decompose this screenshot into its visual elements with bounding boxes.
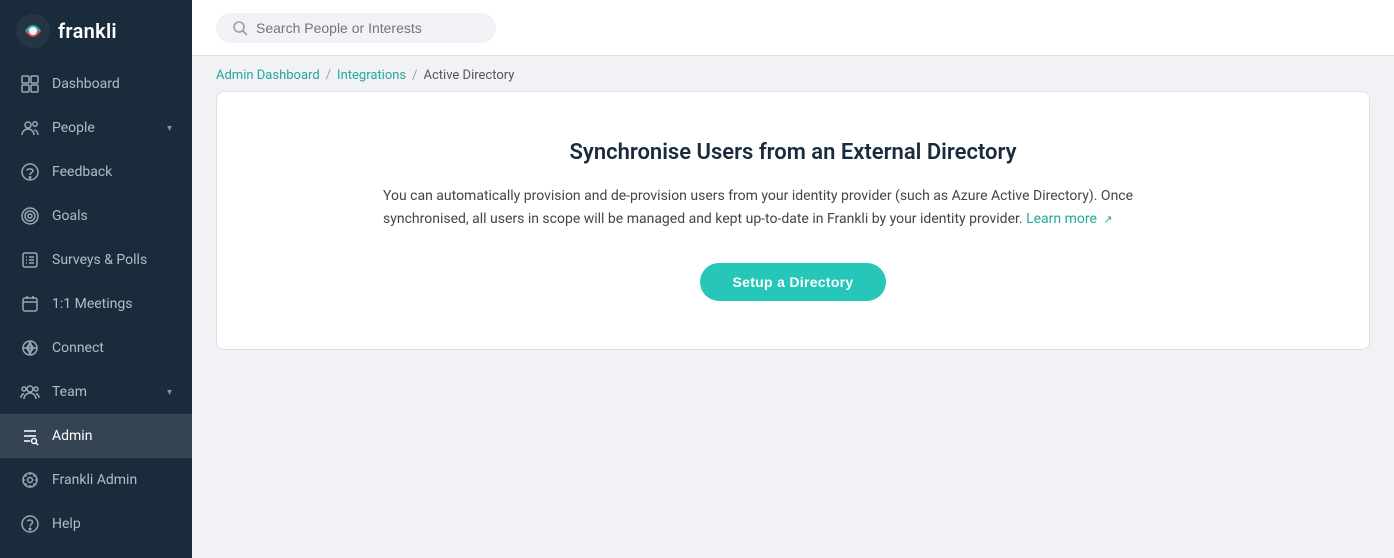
breadcrumb-active-directory: Active Directory	[424, 68, 515, 83]
feedback-icon	[20, 162, 40, 182]
sidebar-feedback-label: Feedback	[52, 164, 172, 180]
sidebar-dashboard-label: Dashboard	[52, 76, 172, 92]
sidebar-item-connect[interactable]: Connect	[0, 326, 192, 370]
search-input[interactable]	[256, 20, 480, 36]
sidebar-item-people[interactable]: People ▾	[0, 106, 192, 150]
team-icon	[20, 382, 40, 402]
topbar	[192, 0, 1394, 56]
sidebar-help-label: Help	[52, 516, 172, 532]
logo[interactable]: frankli	[0, 0, 192, 62]
sidebar-item-team[interactable]: Team ▾	[0, 370, 192, 414]
main-content: Admin Dashboard / Integrations / Active …	[192, 0, 1394, 558]
frankli-logo-icon	[16, 14, 50, 48]
sidebar-team-label: Team	[52, 384, 155, 400]
admin-icon	[20, 426, 40, 446]
external-link-icon: ↗	[1103, 213, 1112, 226]
sidebar-connect-label: Connect	[52, 340, 172, 356]
breadcrumb-integrations[interactable]: Integrations	[337, 68, 406, 83]
learn-more-link[interactable]: Learn more	[1026, 211, 1097, 227]
connect-icon	[20, 338, 40, 358]
card-description: You can automatically provision and de-p…	[383, 185, 1203, 231]
search-box[interactable]	[216, 13, 496, 43]
search-icon	[232, 20, 248, 36]
breadcrumb: Admin Dashboard / Integrations / Active …	[192, 56, 1394, 91]
surveys-icon	[20, 250, 40, 270]
dashboard-icon	[20, 74, 40, 94]
sidebar-item-feedback[interactable]: Feedback	[0, 150, 192, 194]
breadcrumb-admin-dashboard[interactable]: Admin Dashboard	[216, 68, 320, 83]
sidebar-item-dashboard[interactable]: Dashboard	[0, 62, 192, 106]
sync-card: Synchronise Users from an External Direc…	[216, 91, 1370, 350]
help-icon	[20, 514, 40, 534]
card-desc-text: You can automatically provision and de-p…	[383, 188, 1133, 227]
sidebar-item-surveys[interactable]: Surveys & Polls	[0, 238, 192, 282]
app-name: frankli	[58, 19, 117, 43]
meetings-icon	[20, 294, 40, 314]
sidebar-frankli-admin-label: Frankli Admin	[52, 472, 172, 488]
sidebar-goals-label: Goals	[52, 208, 172, 224]
team-chevron-icon: ▾	[167, 387, 172, 398]
sidebar-item-goals[interactable]: Goals	[0, 194, 192, 238]
sidebar-item-meetings[interactable]: 1:1 Meetings	[0, 282, 192, 326]
nav-menu: Dashboard People ▾ Feedback	[0, 62, 192, 558]
sidebar-people-label: People	[52, 120, 155, 136]
card-title: Synchronise Users from an External Direc…	[257, 140, 1329, 165]
sidebar-item-frankli-admin[interactable]: Frankli Admin	[0, 458, 192, 502]
breadcrumb-sep-2: /	[412, 68, 417, 83]
goals-icon	[20, 206, 40, 226]
sidebar: frankli Dashboard People ▾	[0, 0, 192, 558]
sidebar-surveys-label: Surveys & Polls	[52, 252, 172, 268]
sidebar-meetings-label: 1:1 Meetings	[52, 296, 172, 312]
people-chevron-icon: ▾	[167, 123, 172, 134]
people-icon	[20, 118, 40, 138]
sidebar-admin-label: Admin	[52, 428, 172, 444]
sidebar-item-admin[interactable]: Admin	[0, 414, 192, 458]
setup-directory-button[interactable]: Setup a Directory	[700, 263, 885, 301]
breadcrumb-sep-1: /	[326, 68, 331, 83]
frankli-admin-icon	[20, 470, 40, 490]
sidebar-item-help[interactable]: Help	[0, 502, 192, 546]
content-area: Synchronise Users from an External Direc…	[192, 91, 1394, 558]
